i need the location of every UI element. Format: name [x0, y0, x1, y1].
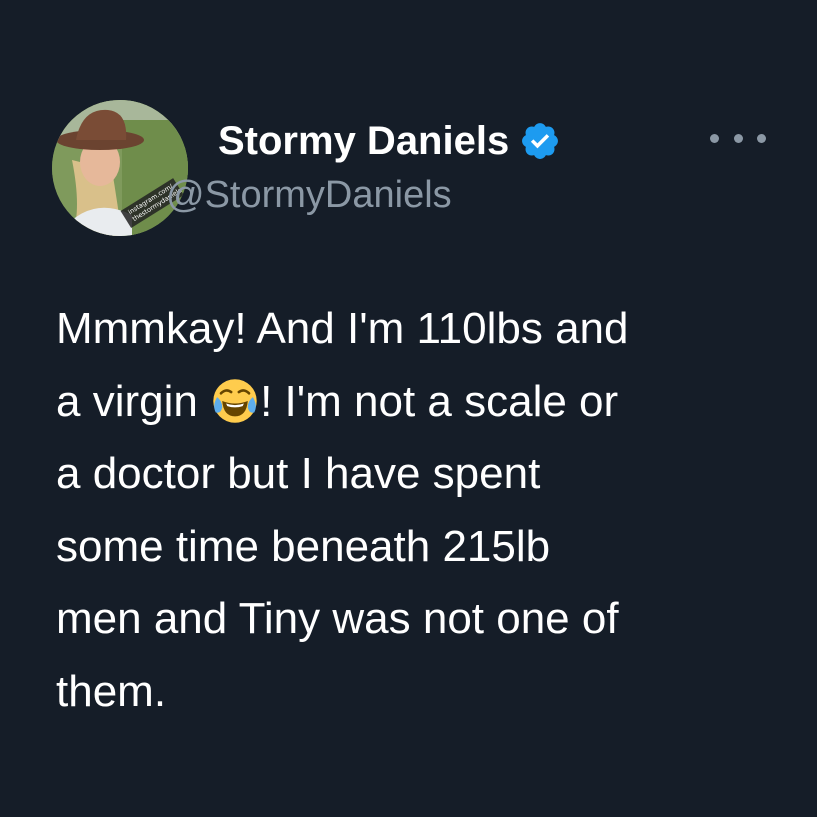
name-row: Stormy Daniels — [218, 116, 561, 166]
more-horizontal-icon-dot-2 — [733, 133, 743, 143]
tweet-line-segment: ! I'm not a scale or — [260, 376, 619, 426]
more-options-button[interactable] — [710, 126, 766, 150]
face-with-tears-of-joy-icon — [213, 378, 257, 423]
verified-badge-icon — [522, 123, 559, 159]
tweet-text: Mmmkay! And I'm 110lbs and a virgin ! I'… — [56, 293, 776, 728]
tweet-line: Mmmkay! And I'm 110lbs and — [56, 304, 629, 353]
more-horizontal-icon-dot-3 — [757, 133, 766, 143]
author-handle[interactable]: @StormyDaniels — [166, 176, 452, 214]
tweet-card: instagram.com/ thestormydaniels Stormy D… — [0, 0, 817, 817]
tweet-line: them. — [56, 666, 167, 716]
tweet-line: men and Tiny was not one of — [56, 594, 619, 643]
tweet-line-segment: a virgin — [56, 376, 211, 426]
display-name[interactable]: Stormy Daniels — [218, 121, 509, 161]
more-horizontal-icon — [710, 133, 719, 143]
tweet-line: a doctor but I have spent — [56, 449, 541, 498]
tweet-line: some time beneath 215lb — [56, 521, 551, 571]
tweet-line: a virgin ! I'm not a scale or — [56, 366, 776, 439]
